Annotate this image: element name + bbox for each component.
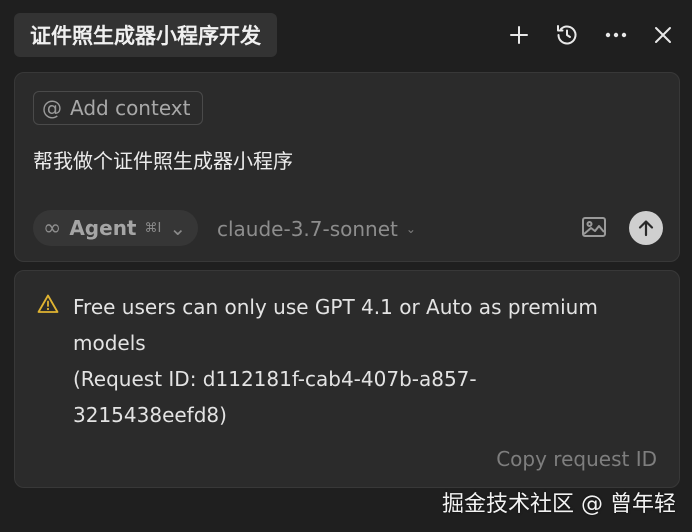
error-line: models	[73, 331, 146, 355]
watermark: 掘金技术社区 @ 曾年轻	[442, 492, 676, 517]
send-button[interactable]	[629, 211, 663, 245]
add-context-label: Add context	[70, 96, 191, 120]
mode-label: Agent	[69, 216, 137, 240]
composer-card: @ Add context 帮我做个证件照生成器小程序 ∞ Agent ⌘I ⌄…	[14, 72, 680, 262]
error-message-card: Free users can only use GPT 4.1 or Auto …	[14, 270, 680, 488]
history-icon[interactable]	[552, 20, 582, 50]
chat-title[interactable]: 证件照生成器小程序开发	[14, 13, 277, 57]
mode-shortcut: ⌘I	[144, 220, 162, 236]
chevron-down-icon: ⌄	[169, 216, 187, 240]
error-line: Free users can only use GPT 4.1 or Auto …	[73, 295, 598, 319]
at-icon: @	[42, 96, 62, 120]
model-selector[interactable]: claude-3.7-sonnet ⌄	[217, 214, 416, 244]
plus-icon[interactable]	[504, 20, 534, 50]
error-line: (Request ID: d112181f-cab4-407b-a857-	[73, 367, 477, 391]
model-label: claude-3.7-sonnet	[217, 217, 398, 241]
error-text: Free users can only use GPT 4.1 or Auto …	[73, 289, 598, 433]
chat-header: 证件照生成器小程序开发	[0, 0, 692, 70]
more-icon[interactable]	[601, 20, 631, 50]
infinity-icon: ∞	[43, 215, 62, 241]
copy-request-id-button[interactable]: Copy request ID	[496, 447, 657, 471]
send-arrow-icon	[638, 220, 654, 237]
warning-icon	[37, 294, 59, 313]
mode-selector[interactable]: ∞ Agent ⌘I ⌄	[33, 210, 199, 246]
image-icon[interactable]	[581, 216, 611, 242]
add-context-button[interactable]: @ Add context	[33, 91, 204, 125]
prompt-input[interactable]: 帮我做个证件照生成器小程序	[33, 145, 293, 174]
chevron-down-icon: ⌄	[405, 222, 416, 236]
error-line: 3215438eefd8)	[73, 403, 227, 427]
close-icon[interactable]	[648, 20, 678, 50]
